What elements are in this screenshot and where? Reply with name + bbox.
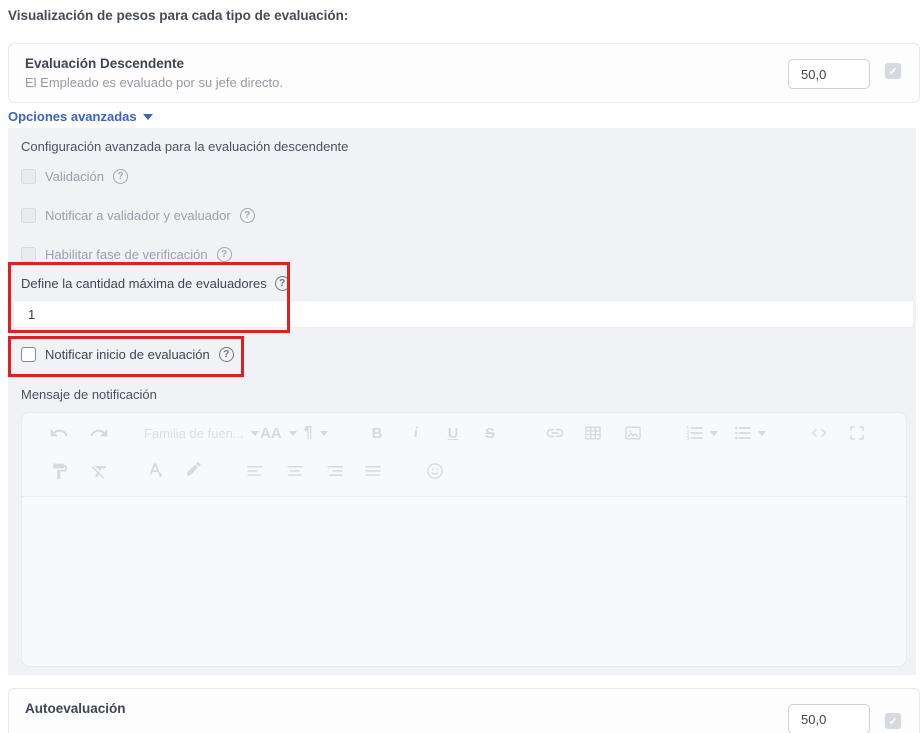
- align-justify-icon[interactable]: [362, 460, 384, 482]
- advanced-options-label: Opciones avanzadas: [8, 109, 137, 124]
- font-size-icon: AA: [260, 425, 282, 442]
- autoevaluacion-enabled-checkbox[interactable]: ✓: [885, 713, 901, 729]
- max-evaluators-label: Define la cantidad máxima de evaluadores: [21, 276, 267, 291]
- descendente-card-title: Evaluación Descendente: [25, 56, 184, 71]
- paragraph-select[interactable]: ¶: [304, 422, 328, 444]
- code-icon[interactable]: [808, 422, 830, 444]
- underline-icon[interactable]: U: [442, 422, 464, 444]
- notification-message-label: Mensaje de notificación: [21, 387, 157, 402]
- font-family-placeholder: Familia de fuen...: [144, 426, 244, 441]
- checkbox-row-notificar-validador: Notificar a validador y evaluador ?: [21, 208, 255, 223]
- text-color-icon[interactable]: [144, 460, 166, 482]
- max-evaluators-input[interactable]: [13, 300, 914, 328]
- image-icon[interactable]: [622, 422, 644, 444]
- notificar-inicio-label: Notificar inicio de evaluación: [45, 347, 210, 362]
- help-icon[interactable]: ?: [217, 247, 232, 262]
- chevron-down-icon: [320, 431, 328, 436]
- align-left-icon[interactable]: [244, 460, 266, 482]
- checkbox-row-validacion: Validación ?: [21, 169, 128, 184]
- advanced-options-panel: Configuración avanzada para la evaluació…: [8, 128, 916, 675]
- clear-format-icon[interactable]: [88, 460, 110, 482]
- link-icon[interactable]: [544, 422, 566, 444]
- align-right-icon[interactable]: [324, 460, 346, 482]
- fullscreen-icon[interactable]: [846, 422, 868, 444]
- editor-toolbar: Familia de fuen... AA ¶ B i U S: [22, 413, 906, 497]
- help-icon[interactable]: ?: [219, 347, 234, 362]
- redo-icon[interactable]: [88, 422, 110, 444]
- checkbox-row-notificar-inicio: Notificar inicio de evaluación ?: [21, 347, 234, 362]
- validacion-checkbox[interactable]: [21, 169, 36, 184]
- page-title: Visualización de pesos para cada tipo de…: [8, 8, 348, 23]
- highlighter-icon[interactable]: [182, 460, 204, 482]
- chevron-down-icon: [143, 114, 153, 120]
- habilitar-verificacion-checkbox[interactable]: [21, 247, 36, 262]
- table-icon[interactable]: [582, 422, 604, 444]
- notificar-validador-label: Notificar a validador y evaluador: [45, 208, 231, 223]
- font-family-select[interactable]: Familia de fuen...: [144, 422, 259, 444]
- notification-message-editor: Familia de fuen... AA ¶ B i U S: [21, 412, 907, 667]
- validacion-label: Validación: [45, 169, 104, 184]
- descendente-enabled-checkbox[interactable]: ✓: [885, 63, 901, 79]
- max-evaluators-label-row: Define la cantidad máxima de evaluadores…: [21, 276, 290, 291]
- help-icon[interactable]: ?: [113, 169, 128, 184]
- habilitar-verificacion-label: Habilitar fase de verificación: [45, 247, 208, 262]
- italic-icon[interactable]: i: [405, 422, 427, 444]
- descendente-card-subtitle: El Empleado es evaluado por su jefe dire…: [25, 75, 283, 90]
- checkbox-row-habilitar-verificacion: Habilitar fase de verificación ?: [21, 247, 232, 262]
- ordered-list-icon[interactable]: [684, 422, 706, 444]
- align-center-icon[interactable]: [284, 460, 306, 482]
- emoji-icon[interactable]: [424, 460, 446, 482]
- notificar-inicio-checkbox[interactable]: [21, 347, 36, 362]
- advanced-options-toggle[interactable]: Opciones avanzadas: [8, 109, 153, 124]
- autoevaluacion-weight-input[interactable]: [788, 704, 870, 733]
- format-paint-icon[interactable]: [48, 460, 70, 482]
- notificar-validador-checkbox[interactable]: [21, 208, 36, 223]
- advanced-panel-heading: Configuración avanzada para la evaluació…: [21, 139, 348, 154]
- bold-icon[interactable]: B: [366, 422, 388, 444]
- check-icon: ✓: [888, 715, 897, 728]
- autoevaluacion-card-title: Autoevaluación: [25, 701, 126, 716]
- descendente-weight-input[interactable]: [788, 59, 870, 89]
- evaluation-weights-page: Visualización de pesos para cada tipo de…: [0, 0, 923, 733]
- check-icon: ✓: [888, 65, 897, 78]
- undo-icon[interactable]: [48, 422, 70, 444]
- editor-content-area[interactable]: [22, 498, 906, 667]
- help-icon[interactable]: ?: [275, 276, 290, 291]
- help-icon[interactable]: ?: [240, 208, 255, 223]
- font-size-select[interactable]: AA: [260, 422, 297, 444]
- chevron-down-icon: [289, 431, 297, 436]
- autoevaluacion-card: Autoevaluación ✓: [8, 688, 920, 733]
- unordered-list-icon[interactable]: [732, 422, 754, 444]
- paragraph-icon: ¶: [304, 424, 313, 442]
- chevron-down-icon[interactable]: [708, 422, 720, 444]
- strikethrough-icon[interactable]: S: [479, 422, 501, 444]
- chevron-down-icon[interactable]: [756, 422, 768, 444]
- descendente-card: Evaluación Descendente El Empleado es ev…: [8, 43, 920, 103]
- chevron-down-icon: [251, 431, 259, 436]
